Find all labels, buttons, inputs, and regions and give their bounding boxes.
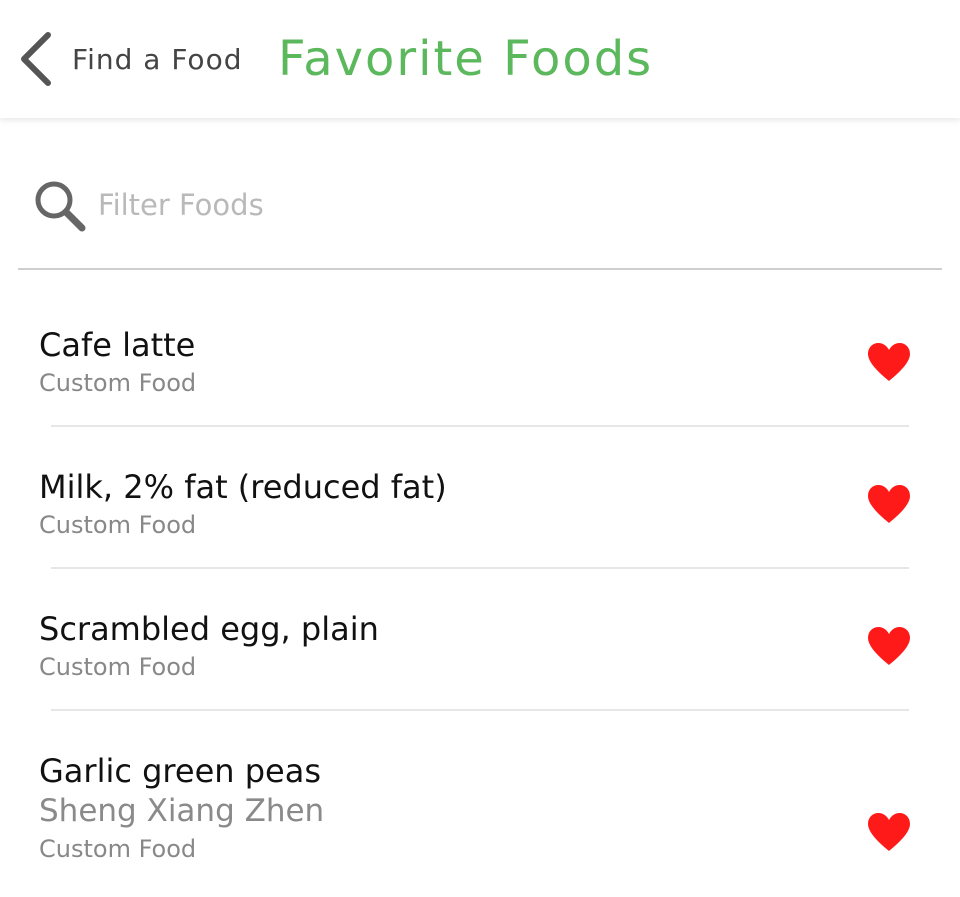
favorite-heart-icon[interactable] <box>866 341 912 383</box>
food-name: Cafe latte <box>39 326 196 364</box>
list-item[interactable]: Garlic green peas Sheng Xiang Zhen Custo… <box>0 711 960 897</box>
back-label: Find a Food <box>72 42 243 76</box>
back-button[interactable]: Find a Food <box>14 26 242 92</box>
page-title: Favorite Foods <box>278 31 654 87</box>
favorite-heart-icon[interactable] <box>866 625 912 667</box>
list-item[interactable]: Cafe latte Custom Food <box>0 285 960 427</box>
food-text: Garlic green peas Sheng Xiang Zhen Custo… <box>39 751 819 865</box>
food-source: Custom Food <box>39 653 197 681</box>
chevron-left-icon <box>21 32 51 86</box>
search-icon <box>35 181 86 232</box>
food-name: Milk, 2% fat (reduced fat) <box>39 468 447 506</box>
food-source: Custom Food <box>39 511 197 539</box>
favorite-foods-list: Cafe latte Custom Food Milk, 2% fat (red… <box>0 285 960 897</box>
food-text: Milk, 2% fat (reduced fat) Custom Food <box>39 467 819 541</box>
filter-bar <box>18 150 942 270</box>
food-name: Scrambled egg, plain <box>39 610 379 648</box>
favorite-heart-icon[interactable] <box>866 483 912 525</box>
food-text: Scrambled egg, plain Custom Food <box>39 609 819 683</box>
food-text: Cafe latte Custom Food <box>39 325 819 399</box>
app-header: Find a Food Favorite Foods <box>0 0 960 118</box>
list-item[interactable]: Milk, 2% fat (reduced fat) Custom Food <box>0 427 960 569</box>
food-source: Custom Food <box>39 369 197 397</box>
filter-foods-input[interactable] <box>96 180 920 230</box>
food-source: Custom Food <box>39 835 197 863</box>
food-name: Garlic green peas <box>39 752 321 790</box>
food-brand: Sheng Xiang Zhen <box>39 793 325 829</box>
favorite-heart-icon[interactable] <box>866 811 912 853</box>
list-item[interactable]: Scrambled egg, plain Custom Food <box>0 569 960 711</box>
